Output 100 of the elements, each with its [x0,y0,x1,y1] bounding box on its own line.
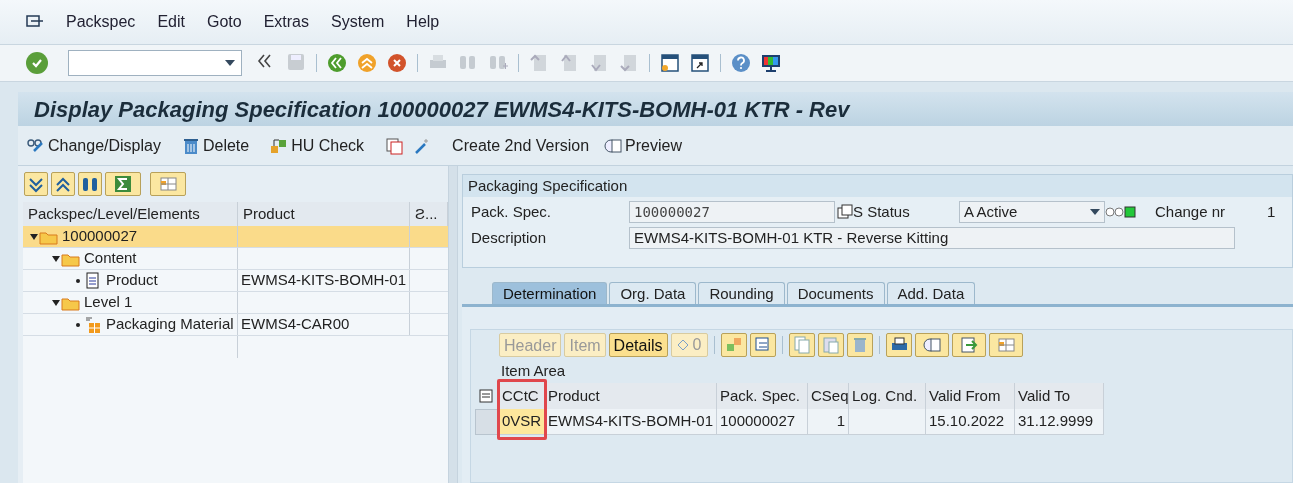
monitor-icon [760,52,782,74]
bullet-icon [73,320,83,329]
traffic-light-icon [1105,206,1137,218]
insert-button[interactable] [721,333,748,357]
help-button[interactable] [729,51,753,75]
help-icon [730,52,752,74]
table-cell: EWMS4-KITS-BOMH-01 [545,409,717,435]
field-label: Pack. Spec. [471,201,553,222]
caret-icon [1090,209,1100,215]
shortcut-button[interactable] [688,51,712,75]
exit-icon [356,52,378,74]
copy-icon [837,204,853,220]
paste-button[interactable] [818,333,845,357]
table-cell-text: EWMS4-CAR00 [241,314,350,335]
delete-button[interactable] [847,333,874,357]
node-label: Packaging Material [106,314,234,335]
new-window-button[interactable] [658,51,682,75]
field-label: Change nr [1155,201,1227,222]
menu-item[interactable]: System [331,10,385,34]
diamond-icon [677,340,688,350]
new-window-icon [659,52,681,74]
copy-button[interactable] [789,333,816,357]
table-cell: 100000027 [717,409,808,435]
toolbar-button[interactable]: Details [608,333,668,357]
tree-row[interactable]: Level 1 [23,292,448,314]
print-button[interactable] [886,333,913,357]
node-label: Content [84,248,137,269]
table-cell: 1 [808,409,849,435]
caret-icon [225,60,235,66]
column-header: Valid From [926,383,1015,409]
tree-row[interactable]: Content [23,248,448,270]
toolbar-button[interactable]: HU Check [269,133,365,158]
command-field[interactable] [68,50,242,76]
toolbar-button[interactable]: Delete [180,133,250,158]
input-field[interactable]: 100000027 [629,201,835,223]
tab[interactable]: Determination [492,282,608,304]
input-field[interactable]: EWMS4-KITS-BOMH-01 KTR - Reverse Kitting [629,227,1235,249]
copy-icon [792,335,813,355]
tab[interactable]: Documents [786,282,885,304]
node-label: Level 1 [84,292,133,313]
cancel-button[interactable] [385,51,409,75]
tab[interactable]: Add. Data [886,282,976,304]
menu-item[interactable]: Packspec [66,10,136,34]
status-dropdown[interactable]: A Active [959,201,1105,223]
copy-icon [384,135,405,156]
panel-title: Packaging Specification [463,175,1292,197]
sum-icon [113,174,133,194]
copy-button[interactable] [837,204,853,220]
expanded-arrow-icon[interactable] [29,232,39,241]
sum-button[interactable] [105,172,141,196]
toolbar-button[interactable]: Change/Display [26,133,161,158]
column-header: Valid To [1015,383,1104,409]
export-button[interactable] [952,333,987,357]
field-label: S Status [853,201,911,222]
copy-button[interactable] [384,135,405,156]
table-cell-text: EWMS4-KITS-BOMH-01 [241,270,406,291]
menu-item[interactable]: Extras [263,10,309,34]
table-cell: 15.10.2022 [926,409,1015,435]
exit-button[interactable] [355,51,379,75]
shortcut-icon [689,52,711,74]
view-button[interactable] [915,333,950,357]
back-icon [326,52,348,74]
expanded-arrow-icon[interactable] [51,254,61,263]
tab[interactable]: Org. Data [609,282,697,304]
replace-button[interactable] [750,333,777,357]
layout-button[interactable] [150,172,186,196]
view-icon [922,335,943,355]
layout-icon [158,174,178,194]
menu-item[interactable]: Edit [157,10,185,34]
find-button[interactable] [78,172,102,196]
collapse-button[interactable] [51,172,75,196]
packaging-icon [83,315,103,334]
table-cell: 31.12.9999 [1015,409,1104,435]
cancel-icon [386,52,408,74]
menu-item[interactable]: Goto [206,10,242,34]
toolbar-button[interactable]: Preview [603,133,682,158]
column-header: Pack. Spec. [717,383,808,409]
menu-icon [26,14,44,30]
section-title: Item Area [500,360,567,381]
node-label: 100000027 [62,226,138,247]
enter-button[interactable] [26,52,48,74]
row-selector[interactable] [475,409,499,435]
layout-icon [996,335,1017,355]
table-cell: 0VSR [499,409,545,435]
bullet-icon [73,276,83,285]
dropdown-value: A Active [964,201,1018,222]
expand-button[interactable] [24,172,48,196]
tab[interactable]: Rounding [698,282,785,304]
paste-icon [821,335,842,355]
column-header: Product [545,383,717,409]
node-label: Product [106,270,158,291]
tree-row[interactable]: 100000027 [23,226,448,248]
expanded-arrow-icon[interactable] [51,298,61,307]
toolbar-button[interactable]: Create 2nd Version [452,133,590,158]
layout-button[interactable] [989,333,1024,357]
tree-row[interactable]: Packaging Material EWMS4-CAR00 [23,314,448,336]
highlight-frame [497,379,547,440]
field-value: 1 [1267,201,1276,222]
tree-row[interactable]: Product EWMS4-KITS-BOMH-01 [23,270,448,292]
menu-item[interactable]: Help [406,10,440,34]
